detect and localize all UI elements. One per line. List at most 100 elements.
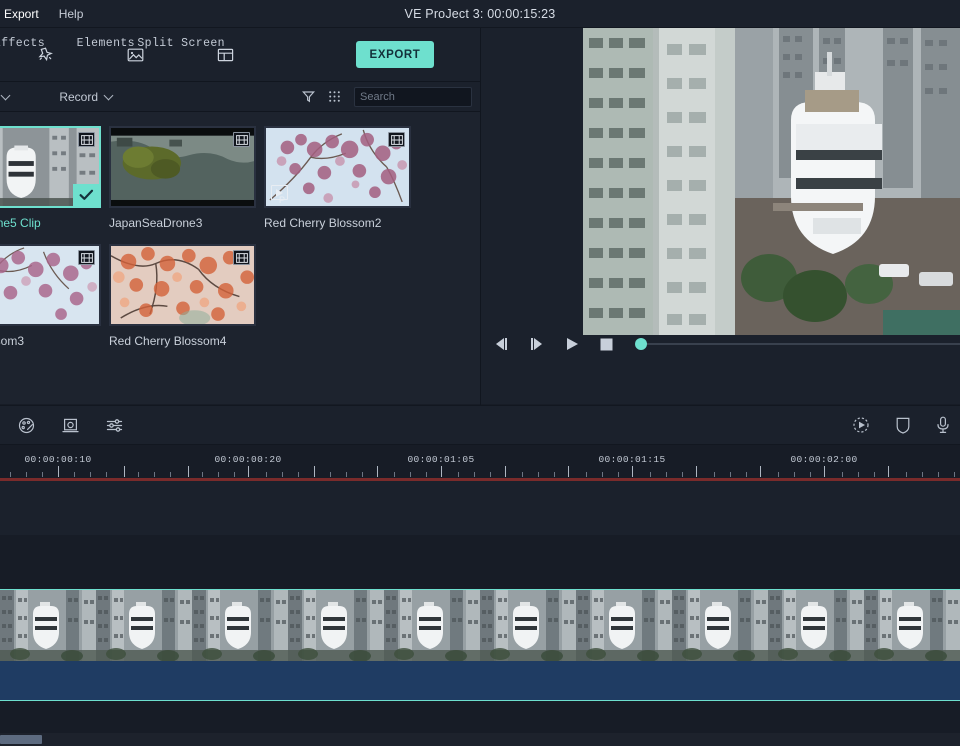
audio-band[interactable] (0, 661, 960, 701)
tool-elements-label: Elements (76, 37, 135, 50)
film-icon (78, 250, 95, 265)
marker-shield-icon[interactable] (896, 417, 910, 434)
render-preview-icon[interactable] (852, 416, 870, 434)
ruler-tick-minor (458, 472, 459, 477)
track-empty-mid[interactable] (0, 535, 960, 589)
ruler-time-label: 00:00:01:05 (407, 454, 475, 465)
media-item-label: Red Cherry Blossom4 (109, 334, 227, 348)
ruler-tick-minor (346, 472, 347, 477)
ruler-tick-major (58, 466, 59, 477)
ruler-tick-major (188, 466, 189, 477)
film-icon (233, 132, 250, 147)
media-thumbnail[interactable] (0, 244, 101, 326)
ruler-tick-minor (714, 472, 715, 477)
filmstrip-frame (192, 590, 288, 661)
adjust-sliders-icon[interactable] (106, 417, 123, 434)
ruler-tick-minor (42, 472, 43, 477)
ruler-tick-minor (202, 472, 203, 477)
slider-knob[interactable] (635, 338, 647, 350)
scrollbar-thumb[interactable] (0, 735, 42, 744)
ruler-tick-minor (922, 472, 923, 477)
filmstrip-frame (576, 590, 672, 661)
ruler-tick-major (568, 466, 569, 477)
media-item[interactable]: rry Blossom3 (0, 244, 101, 348)
ruler-tick-minor (730, 472, 731, 477)
preview-play-badge-icon[interactable]: P (271, 185, 288, 205)
tool-split-screen[interactable]: Split Screen (137, 37, 270, 64)
media-item-label: rry Blossom3 (0, 334, 25, 348)
ruler-tick-minor (170, 472, 171, 477)
player-controls (481, 324, 960, 364)
menu-help[interactable]: Help (49, 0, 94, 28)
ruler-tick-major (124, 466, 125, 477)
main-toolbar: Effects Elements Split Screen EXPORT (0, 28, 480, 82)
ruler-tick-minor (410, 472, 411, 477)
track-empty-upper[interactable] (0, 481, 960, 535)
color-palette-icon[interactable] (18, 417, 35, 434)
ruler-tick-minor (586, 472, 587, 477)
timeline-toolbar (0, 405, 960, 445)
media-thumbnail[interactable] (109, 244, 256, 326)
stop-button[interactable] (600, 338, 613, 351)
ruler-tick-major (441, 466, 442, 477)
ruler-tick-minor (794, 472, 795, 477)
timeline-ruler[interactable]: 00:00:00:10 00:00:00:20 00:00:01:05 00:00:0… (0, 445, 960, 481)
playback-slider[interactable] (635, 338, 960, 350)
microphone-icon[interactable] (936, 416, 950, 434)
media-thumbnail[interactable] (109, 126, 256, 208)
filmstrip-frame (864, 590, 960, 661)
media-item[interactable]: ong Drone5 Clip (0, 126, 101, 230)
ruler-tick-minor (666, 472, 667, 477)
ruler-tick-minor (154, 472, 155, 477)
record-dropdown[interactable]: Record (59, 90, 114, 104)
tool-effects-label: Effects (0, 37, 45, 50)
menu-bar: Export Help VE ProJect 3: 00:00:15:23 (0, 0, 960, 28)
window-title: VE ProJect 3: 00:00:15:23 (404, 6, 556, 21)
ruler-tick-minor (74, 472, 75, 477)
grid-apps-icon[interactable] (328, 90, 341, 103)
ruler-tick-major (632, 466, 633, 477)
prev-frame-button[interactable] (493, 337, 509, 351)
search-box[interactable] (354, 86, 514, 107)
filmstrip (0, 590, 960, 661)
category-dropdown[interactable]: t (0, 90, 11, 104)
media-library-panel: ong Drone5 Clip (0, 112, 480, 404)
film-icon (388, 132, 405, 147)
media-item[interactable]: Red Cherry Blossom4 (109, 244, 256, 348)
media-item[interactable]: JapanSeaDrone3 (109, 126, 256, 230)
film-icon (78, 132, 95, 147)
film-icon (233, 250, 250, 265)
horizontal-scrollbar[interactable] (0, 733, 960, 746)
menu-export[interactable]: Export (0, 0, 49, 28)
filmstrip-frame (672, 590, 768, 661)
ruler-tick-minor (538, 472, 539, 477)
timeline-toolbar-right (852, 416, 950, 434)
ruler-tick-minor (778, 472, 779, 477)
export-button[interactable]: EXPORT (356, 41, 434, 68)
filmstrip-frame (0, 590, 96, 661)
filmstrip-frame (96, 590, 192, 661)
ruler-tick-minor (90, 472, 91, 477)
crop-transform-icon[interactable] (62, 417, 79, 434)
ruler-time-label: 00:00:00:10 (24, 454, 92, 465)
ruler-tick-minor (874, 472, 875, 477)
ruler-tick-minor (650, 472, 651, 477)
ruler-tick-major (248, 466, 249, 477)
ruler-tick-minor (474, 472, 475, 477)
next-frame-button[interactable] (529, 337, 545, 351)
filter-funnel-icon[interactable] (302, 90, 315, 103)
video-clip[interactable] (0, 589, 960, 661)
play-button[interactable] (565, 337, 580, 351)
ruler-tick-minor (218, 472, 219, 477)
ruler-tick-minor (554, 472, 555, 477)
slider-track[interactable] (647, 343, 960, 345)
ruler-tick-minor (26, 472, 27, 477)
media-thumbnail[interactable]: P (264, 126, 411, 208)
video-editor-window: Export Help VE ProJect 3: 00:00:15:23 Ef… (0, 0, 960, 746)
media-item[interactable]: P Red Cherry Blossom2 (264, 126, 411, 230)
ruler-tick-minor (858, 472, 859, 477)
preview-badge-letter: P (279, 195, 286, 205)
video-preview[interactable] (583, 28, 960, 335)
ruler-tick-major (377, 466, 378, 477)
media-thumbnail[interactable] (0, 126, 101, 208)
